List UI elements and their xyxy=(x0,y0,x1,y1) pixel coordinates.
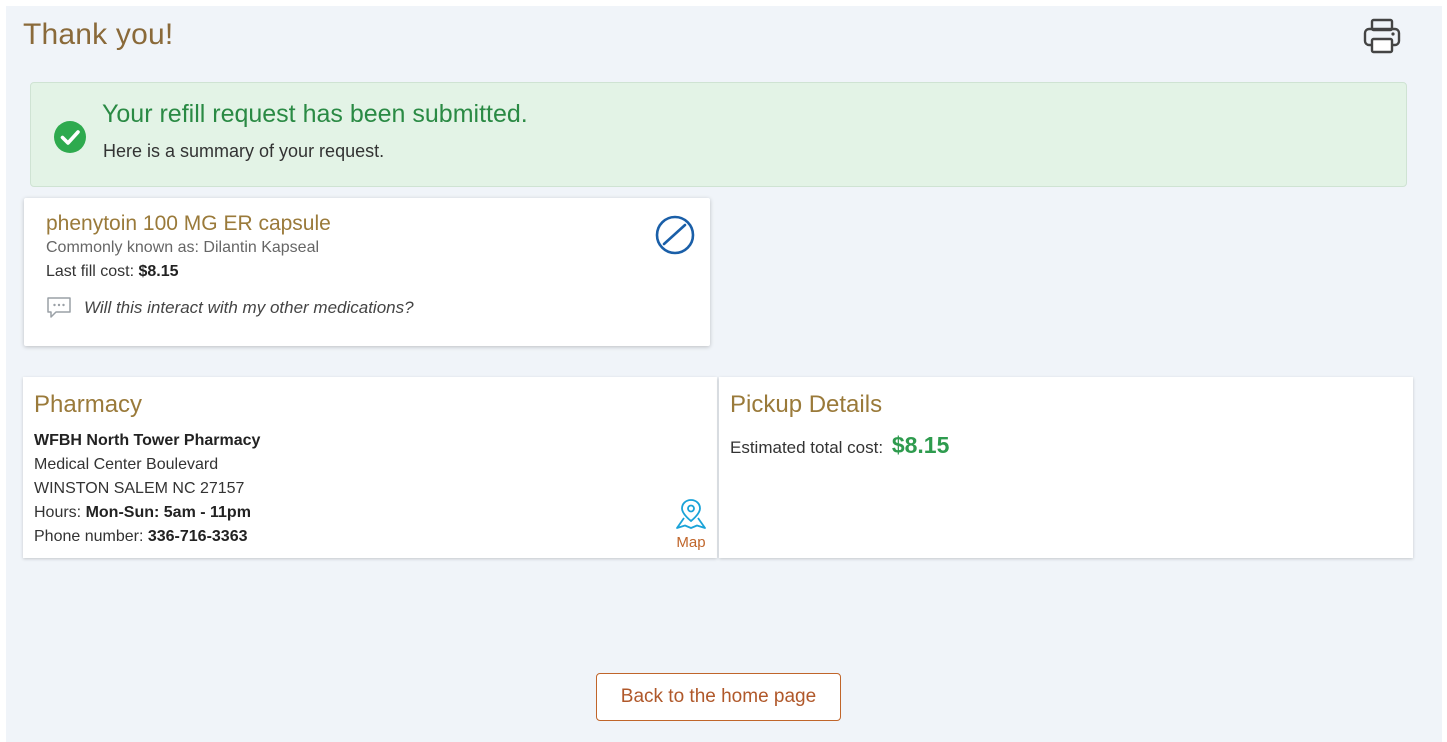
pharmacy-phone: Phone number: 336-716-3363 xyxy=(34,525,260,549)
pharmacy-card: Pharmacy WFBH North Tower Pharmacy Medic… xyxy=(23,377,717,558)
pharmacy-address-line1: Medical Center Boulevard xyxy=(34,456,219,473)
medication-name: phenytoin 100 MG ER capsule xyxy=(46,212,331,235)
pharmacy-name: WFBH North Tower Pharmacy xyxy=(34,432,261,449)
chat-bubble-icon xyxy=(47,297,71,318)
interaction-link-text: Will this interact with my other medicat… xyxy=(84,298,414,317)
success-headline: Your refill request has been submitted. xyxy=(102,100,528,128)
map-pin-icon xyxy=(676,499,706,529)
interaction-link[interactable]: Will this interact with my other medicat… xyxy=(46,296,414,320)
check-circle-icon xyxy=(54,121,86,153)
hours-label: Hours: xyxy=(34,504,82,521)
estimated-cost-value: $8.15 xyxy=(891,432,950,458)
pharmacy-address-line2: WINSTON SALEM NC 27157 xyxy=(34,480,245,497)
page-title: Thank you! xyxy=(23,18,174,51)
hours-value: Mon-Sun: 5am - 11pm xyxy=(85,504,251,521)
refill-confirmation-page: Thank you! Your refill request has been … xyxy=(6,6,1442,742)
printer-icon xyxy=(1363,18,1401,54)
estimated-cost: Estimated total cost: $8.15 xyxy=(730,432,949,459)
medication-card: phenytoin 100 MG ER capsule Commonly kno… xyxy=(24,198,710,346)
phone-value: 336-716-3363 xyxy=(147,528,248,545)
success-subtext: Here is a summary of your request. xyxy=(103,141,385,161)
estimated-cost-label: Estimated total cost: xyxy=(730,438,884,457)
map-label: Map xyxy=(676,534,706,551)
pickup-title: Pickup Details xyxy=(730,391,883,418)
cost-value: $8.15 xyxy=(138,263,179,280)
phone-label: Phone number: xyxy=(34,528,144,545)
pharmacy-details: WFBH North Tower Pharmacy Medical Center… xyxy=(34,429,260,549)
pill-icon xyxy=(655,215,695,255)
back-to-home-button[interactable]: Back to the home page xyxy=(596,673,841,721)
pharmacy-hours: Hours: Mon-Sun: 5am - 11pm xyxy=(34,501,260,525)
print-button[interactable] xyxy=(1360,16,1404,56)
map-link[interactable]: Map xyxy=(671,497,711,551)
pickup-details-card: Pickup Details Estimated total cost: $8.… xyxy=(719,377,1413,558)
cost-label: Last fill cost: xyxy=(46,263,135,280)
success-banner: Your refill request has been submitted. … xyxy=(30,82,1407,187)
last-fill-cost: Last fill cost: $8.15 xyxy=(46,263,179,281)
aka-value: Dilantin Kapseal xyxy=(203,239,320,256)
aka-label: Commonly known as: xyxy=(46,239,199,256)
pharmacy-title: Pharmacy xyxy=(34,391,143,418)
medication-aka: Commonly known as: Dilantin Kapseal xyxy=(46,239,319,257)
